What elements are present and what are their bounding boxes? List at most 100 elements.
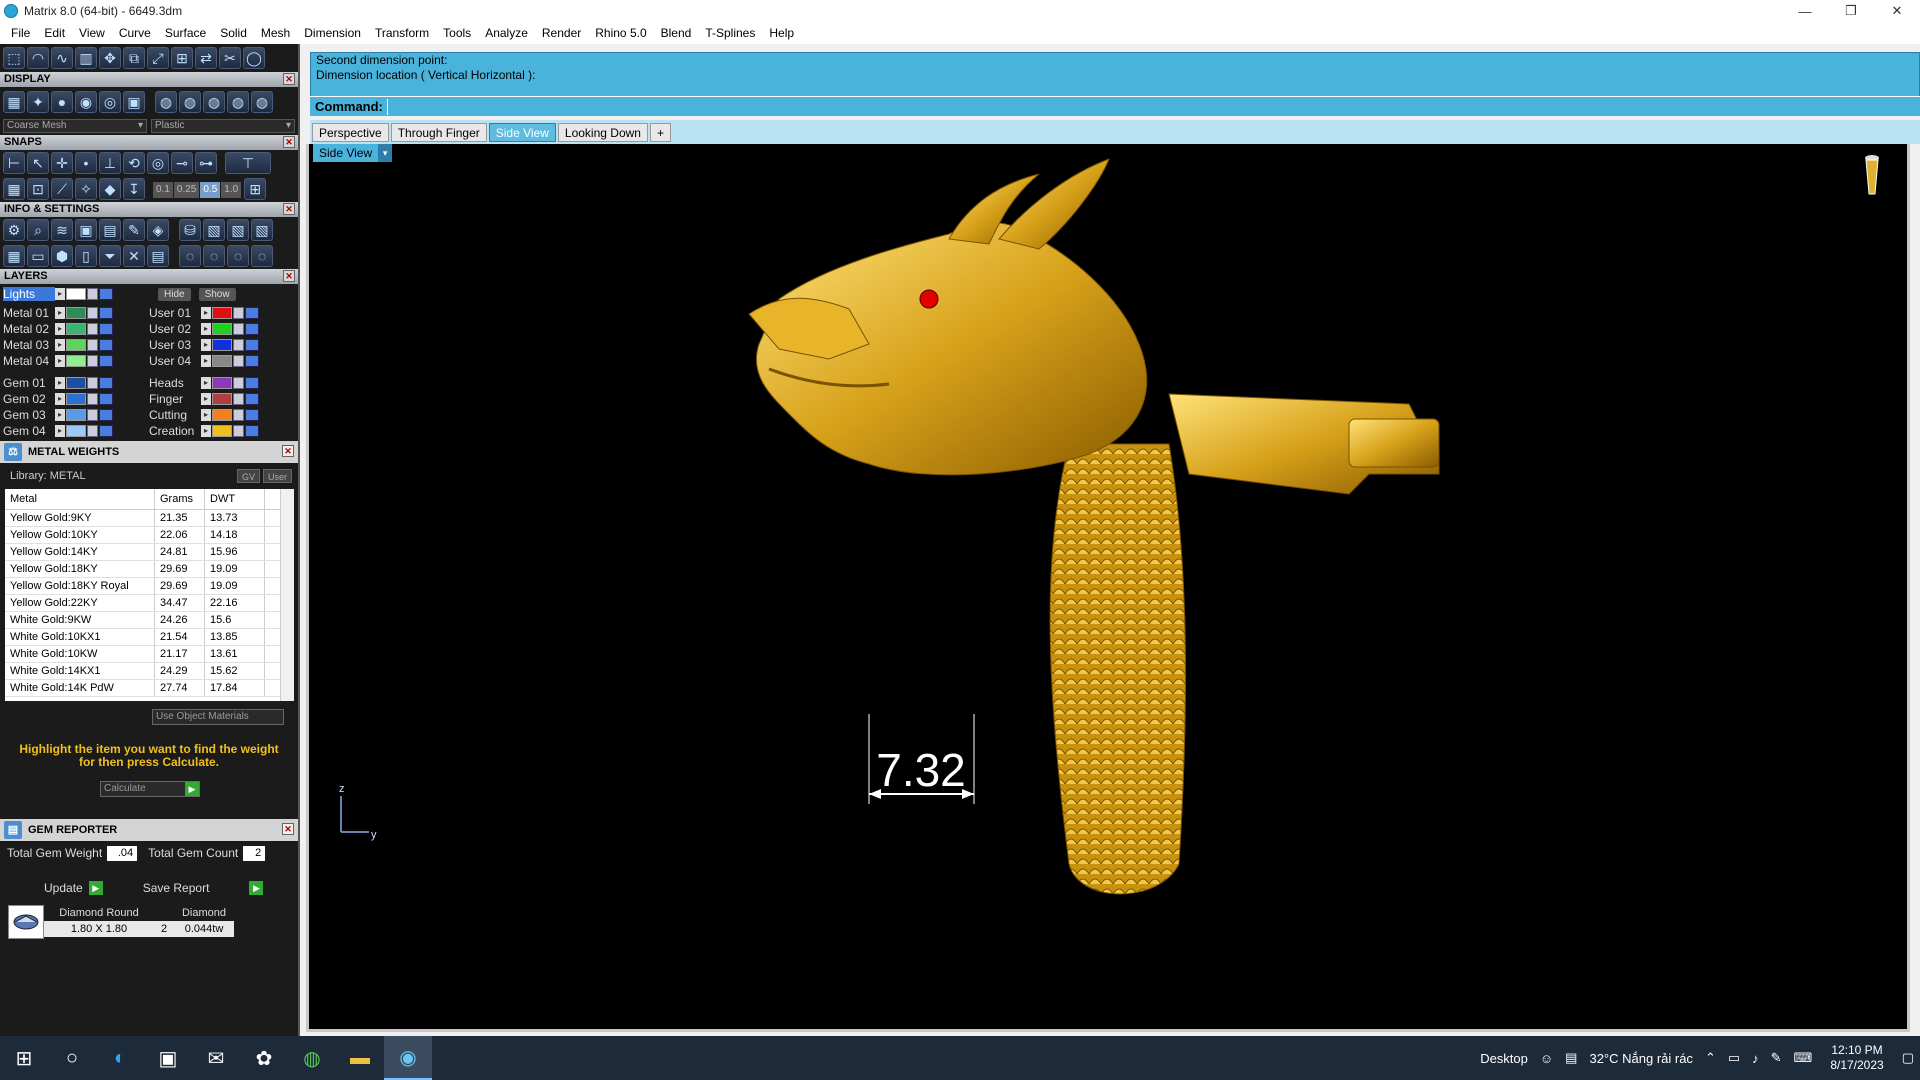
xray-icon[interactable]: ◎ — [99, 91, 121, 113]
menu-tsplines[interactable]: T-Splines — [698, 22, 762, 44]
layer-color-swatch[interactable] — [66, 425, 86, 437]
select-tool-icon[interactable]: ⬚ — [3, 47, 25, 69]
layer-arrow-icon[interactable]: ▸ — [201, 355, 211, 367]
menu-transform[interactable]: Transform — [368, 22, 436, 44]
layer-swatch[interactable] — [66, 288, 86, 300]
desktop-label[interactable]: Desktop — [1480, 1051, 1528, 1066]
hide-button[interactable]: Hide — [158, 287, 191, 301]
layer-name[interactable]: Finger — [149, 392, 201, 406]
layer-lock-icon[interactable] — [233, 425, 244, 437]
layer-color-swatch[interactable] — [212, 377, 232, 389]
layer-lock-icon[interactable] — [233, 393, 244, 405]
save-report-go-icon[interactable]: ▶ — [249, 881, 264, 895]
tab-looking-down[interactable]: Looking Down — [557, 122, 648, 142]
layer-lock-icon[interactable] — [233, 323, 244, 335]
layer-lock-icon[interactable] — [233, 409, 244, 421]
calculate-field[interactable]: Calculate ▶ — [100, 781, 200, 797]
snap-tan-icon[interactable]: ⟲ — [123, 152, 145, 174]
layers-close-icon[interactable]: ✕ — [283, 270, 295, 282]
app-2-icon[interactable]: ◍ — [288, 1036, 336, 1080]
ortho-icon[interactable]: ⊡ — [27, 178, 49, 200]
menu-dimension[interactable]: Dimension — [297, 22, 368, 44]
layer-color-swatch[interactable] — [66, 323, 86, 335]
copy-tool-icon[interactable]: ⧉ — [123, 47, 145, 69]
layer-visible-icon[interactable] — [245, 393, 259, 405]
curve-tool-icon[interactable]: ∿ — [51, 47, 73, 69]
ring-1-icon[interactable]: ◌ — [179, 245, 201, 267]
layer-name[interactable]: Gem 01 — [3, 376, 55, 390]
display-close-icon[interactable]: ✕ — [283, 73, 295, 85]
layer-lock-icon[interactable] — [233, 339, 244, 351]
layer-name[interactable]: User 02 — [149, 322, 201, 336]
layer-arrow-icon[interactable]: ▸ — [201, 339, 211, 351]
layer-lock-icon[interactable] — [87, 355, 98, 367]
search-icon[interactable]: ○ — [48, 1036, 96, 1080]
snap-quad-icon[interactable]: ⊸ — [171, 152, 193, 174]
weather-icon[interactable]: ▤ — [1565, 1050, 1577, 1066]
add-tab-button[interactable]: + — [649, 122, 671, 142]
ghosted-icon[interactable]: ✦ — [27, 91, 49, 113]
layer-color-swatch[interactable] — [66, 339, 86, 351]
use-object-materials[interactable]: Use Object Materials — [152, 709, 284, 725]
layer-color-swatch[interactable] — [212, 307, 232, 319]
layer-arrow-icon[interactable]: ▸ — [201, 425, 211, 437]
table-row[interactable]: White Gold:10KX1 21.54 13.85 — [5, 629, 294, 646]
table-row[interactable]: White Gold:14K PdW 27.74 17.84 — [5, 680, 294, 697]
shaded-icon[interactable]: ● — [51, 91, 73, 113]
layer-visible-icon[interactable] — [245, 409, 259, 421]
weather-text[interactable]: 32°C Nắng rải rác — [1589, 1051, 1692, 1066]
menu-help[interactable]: Help — [762, 22, 801, 44]
matrix-taskbar-icon[interactable]: ◉ — [384, 1036, 432, 1080]
sphere-5-icon[interactable]: ◍ — [251, 91, 273, 113]
layer-visible-icon[interactable] — [245, 355, 259, 367]
layers-stack-icon[interactable]: ≋ — [51, 219, 73, 241]
layer-color-swatch[interactable] — [212, 409, 232, 421]
cube-icon[interactable]: ▣ — [75, 219, 97, 241]
bucket-icon[interactable]: ⛁ — [179, 219, 201, 241]
layer-lock-icon[interactable] — [87, 339, 98, 351]
layer-name[interactable]: Cutting — [149, 408, 201, 422]
layer-name[interactable]: User 01 — [149, 306, 201, 320]
menu-file[interactable]: File — [4, 22, 37, 44]
snap-project-icon[interactable]: ⊤ — [225, 152, 271, 174]
menu-view[interactable]: View — [72, 22, 112, 44]
edge-icon[interactable]: ◐ — [96, 1036, 144, 1080]
volume-icon[interactable]: ♪ — [1752, 1051, 1759, 1066]
menu-tools[interactable]: Tools — [436, 22, 478, 44]
col-grams[interactable]: Grams — [155, 489, 205, 509]
ring-orientation-icon[interactable] — [1865, 155, 1879, 195]
mirror-tool-icon[interactable]: ⇄ — [195, 47, 217, 69]
table-row[interactable]: Yellow Gold:22KY 34.47 22.16 — [5, 595, 294, 612]
restore-button[interactable]: ❐ — [1828, 0, 1874, 22]
menu-render[interactable]: Render — [535, 22, 588, 44]
snap-value-1-0[interactable]: 1.0 — [221, 181, 242, 198]
calculate-go-icon[interactable]: ▶ — [185, 782, 199, 796]
mail-icon[interactable]: ✉ — [192, 1036, 240, 1080]
clock[interactable]: 12:10 PM 8/17/2023 — [1824, 1043, 1889, 1073]
folder-3-icon[interactable]: ▧ — [251, 219, 273, 241]
layer-lights[interactable]: Lights — [3, 287, 55, 301]
layer-lock-icon[interactable] — [87, 425, 98, 437]
mesh-quality-select[interactable]: Coarse Mesh — [3, 119, 147, 133]
grid-icon[interactable]: ▣ — [123, 91, 145, 113]
wireframe-icon[interactable]: ▦ — [3, 91, 25, 113]
layer-visible-icon[interactable] — [99, 323, 113, 335]
layer-lock-icon[interactable] — [87, 288, 98, 300]
file-explorer-icon[interactable]: ▬ — [336, 1036, 384, 1080]
layer-name[interactable]: Heads — [149, 376, 201, 390]
metal-weights-close-icon[interactable]: ✕ — [282, 445, 294, 457]
grid-toggle-icon[interactable]: ⊞ — [244, 178, 267, 200]
move-tool-icon[interactable]: ✥ — [99, 47, 121, 69]
close-button[interactable]: ✕ — [1874, 0, 1920, 22]
gem-reporter-close-icon[interactable]: ✕ — [282, 823, 294, 835]
layer-visible-icon[interactable] — [99, 425, 113, 437]
layer-arrow-icon[interactable]: ▸ — [55, 307, 65, 319]
layer-color-swatch[interactable] — [212, 425, 232, 437]
layer-arrow-icon[interactable]: ▸ — [55, 425, 65, 437]
rendered-icon[interactable]: ◉ — [75, 91, 97, 113]
layer-visible-icon[interactable] — [99, 393, 113, 405]
layer-visible-icon[interactable] — [245, 323, 259, 335]
gumball-icon[interactable]: ✧ — [75, 178, 97, 200]
col-metal[interactable]: Metal — [5, 489, 155, 509]
layer-color-swatch[interactable] — [212, 355, 232, 367]
